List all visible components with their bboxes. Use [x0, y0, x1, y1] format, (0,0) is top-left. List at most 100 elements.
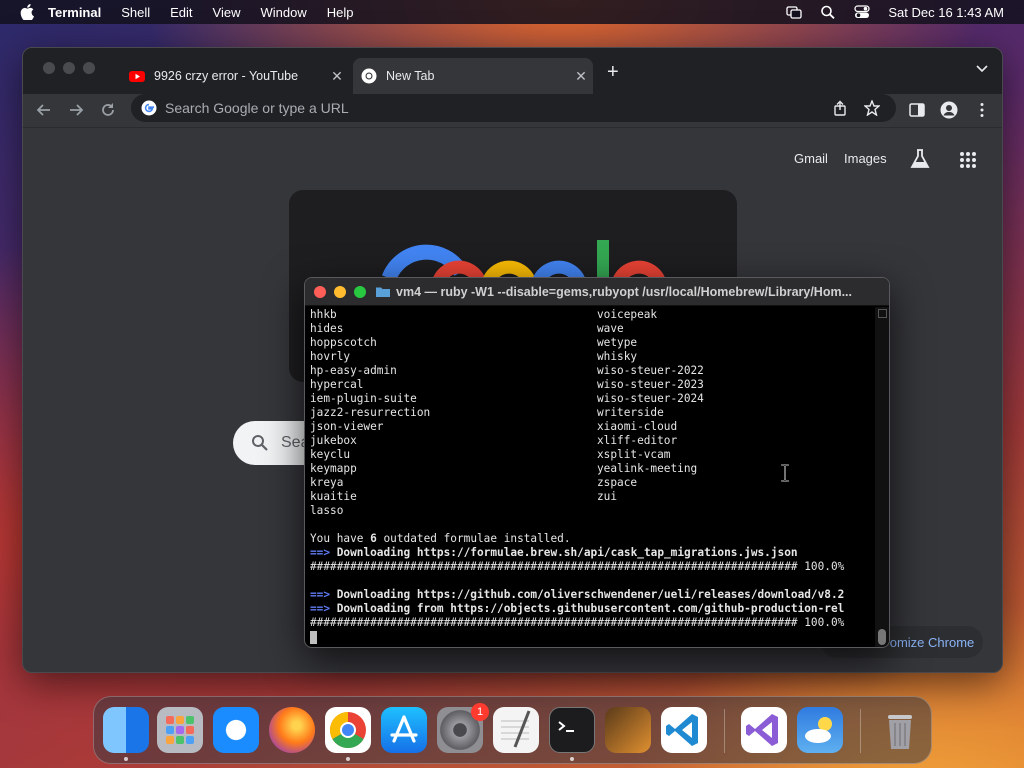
images-link[interactable]: Images — [844, 151, 887, 166]
tab-search-chevron-icon[interactable] — [976, 64, 988, 74]
close-window-button[interactable] — [43, 62, 55, 74]
cask-name: zui — [597, 490, 618, 503]
dock-weather-icon[interactable] — [797, 707, 843, 753]
cask-name: kreya — [310, 476, 344, 489]
running-indicator — [570, 757, 574, 761]
dock-garageband-icon[interactable] — [605, 707, 651, 753]
back-arrow-icon[interactable] — [35, 101, 53, 119]
dock-terminal-icon[interactable] — [549, 707, 595, 753]
terminal-close-button[interactable] — [314, 285, 326, 298]
dock-finder-icon[interactable] — [103, 707, 149, 753]
close-tab-icon[interactable]: ✕ — [325, 68, 349, 85]
cask-name: hoppscotch — [310, 336, 377, 349]
cask-name: json-viewer — [310, 420, 384, 433]
sun-cloud-icon — [805, 717, 832, 743]
dock: 1 — [93, 696, 932, 764]
google-g-icon — [141, 100, 157, 116]
omnibox-input[interactable] — [165, 100, 832, 116]
trash-can-icon — [888, 715, 912, 749]
scroll-up-icon[interactable] — [878, 309, 887, 318]
screen-mirroring-icon[interactable] — [786, 5, 803, 19]
dock-firefox-icon[interactable] — [269, 707, 315, 753]
tab-new-tab[interactable]: New Tab ✕ — [353, 58, 593, 94]
minimize-window-button[interactable] — [63, 62, 75, 74]
ibeam-cursor-icon — [781, 464, 789, 482]
forward-arrow-icon[interactable] — [67, 101, 85, 119]
cask-name: hovrly — [310, 350, 351, 363]
dock-chrome-icon[interactable] — [325, 707, 371, 753]
menu-clock[interactable]: Sat Dec 16 1:43 AM — [888, 5, 1004, 20]
terminal-title-bar[interactable]: vm4 — ruby -W1 --disable=gems,rubyopt /u… — [305, 278, 889, 306]
cask-name: iem-plugin-suite — [310, 392, 417, 405]
control-center-icon[interactable] — [854, 5, 871, 19]
close-tab-icon[interactable]: ✕ — [569, 68, 593, 85]
dock-launchpad-icon[interactable] — [157, 707, 203, 753]
browser-toolbar — [23, 94, 1002, 126]
cask-name: whisky — [597, 350, 638, 363]
cask-name: hp-easy-admin — [310, 364, 397, 377]
kebab-menu-icon[interactable] — [973, 101, 991, 119]
share-icon[interactable] — [832, 100, 848, 116]
prompt-line — [310, 630, 874, 644]
terminal-window: vm4 — ruby -W1 --disable=gems,rubyopt /u… — [304, 277, 890, 648]
scrollbar-thumb[interactable] — [878, 629, 886, 645]
dock-vscode-icon[interactable] — [661, 707, 707, 753]
menu-shell[interactable]: Shell — [121, 5, 150, 20]
cask-name: xliff-editor — [597, 434, 678, 447]
cask-name: keymapp — [310, 462, 357, 475]
dock-textedit-icon[interactable] — [493, 707, 539, 753]
profile-avatar-icon[interactable] — [940, 101, 958, 119]
terminal-zoom-button[interactable] — [354, 285, 366, 298]
chrome-labs-flask-icon[interactable] — [909, 148, 931, 170]
cask-name: jazz2-resurrection — [310, 406, 431, 419]
folder-icon — [376, 287, 390, 297]
cask-name: hhkb — [310, 308, 337, 321]
tab-title: New Tab — [386, 69, 435, 83]
dock-safari-icon[interactable] — [213, 707, 259, 753]
terminal-scrollbar[interactable] — [875, 307, 889, 647]
vscode-logo-icon — [666, 714, 698, 746]
chrome-icon — [361, 68, 377, 84]
terminal-title: vm4 — ruby -W1 --disable=gems,rubyopt /u… — [396, 284, 853, 299]
chrome-logo-icon — [329, 712, 366, 749]
dock-trash-icon[interactable] — [877, 707, 923, 753]
cask-name: writerside — [597, 406, 664, 419]
terminal-minimize-button[interactable] — [334, 285, 346, 298]
reload-icon[interactable] — [99, 101, 117, 119]
apple-menu-icon[interactable] — [20, 4, 34, 20]
menu-window[interactable]: Window — [261, 5, 307, 20]
gmail-link[interactable]: Gmail — [794, 151, 828, 166]
menu-view[interactable]: View — [213, 5, 241, 20]
google-apps-grid-icon[interactable] — [959, 151, 977, 169]
omnibox[interactable] — [131, 94, 896, 122]
menu-extras: Sat Dec 16 1:43 AM — [768, 0, 1004, 24]
spotlight-search-icon[interactable] — [820, 5, 836, 19]
progress-line: ########################################… — [310, 560, 845, 573]
app-store-a-icon — [390, 715, 418, 743]
download-line: ==> Downloading https://formulae.brew.sh… — [310, 546, 798, 559]
tab-strip: 9926 crzy error - YouTube ✕ New Tab ✕ + — [23, 48, 1002, 94]
cask-column-left: hhkb hides hoppscotch hovrly hp-easy-admin hy… — [310, 308, 597, 518]
cask-name: hypercal — [310, 378, 364, 391]
dock-separator — [724, 709, 725, 753]
dock-visual-studio-icon[interactable] — [741, 707, 787, 753]
bookmark-star-icon[interactable] — [864, 100, 880, 116]
cask-name: hides — [310, 322, 344, 335]
dock-app-store-icon[interactable] — [381, 707, 427, 753]
launchpad-grid-icon — [166, 716, 194, 744]
progress-line: ########################################… — [310, 616, 845, 629]
menu-app-name[interactable]: Terminal — [48, 5, 101, 20]
cask-column-right: voicepeak wave wetype whisky wiso-steuer-202… — [597, 308, 704, 518]
cask-name: wiso-steuer-2022 — [597, 364, 704, 377]
zoom-window-button[interactable] — [83, 62, 95, 74]
dock-separator — [860, 709, 861, 753]
menu-edit[interactable]: Edit — [170, 5, 192, 20]
download-line: ==> Downloading https://github.com/olive… — [310, 588, 845, 601]
tab-youtube[interactable]: 9926 crzy error - YouTube ✕ — [121, 58, 349, 94]
side-panel-icon[interactable] — [908, 101, 926, 119]
menu-help[interactable]: Help — [327, 5, 354, 20]
menu-bar: Terminal Shell Edit View Window Help Sat… — [0, 0, 1024, 24]
new-tab-button[interactable]: + — [607, 62, 619, 82]
cask-list: hhkb hides hoppscotch hovrly hp-easy-admin hy… — [310, 308, 874, 518]
